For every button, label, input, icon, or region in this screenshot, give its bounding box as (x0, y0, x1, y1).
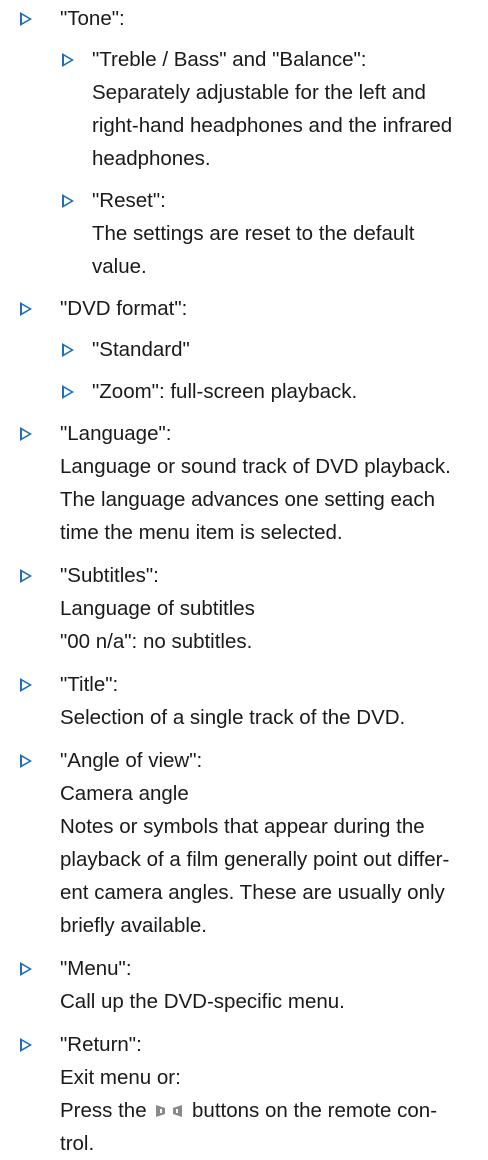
item-text: Camera angle (60, 782, 189, 805)
sub-item-text: The settings are reset to the default (92, 222, 415, 245)
item-text: Selection of a single track of the DVD. (60, 706, 406, 729)
item-text: time the menu item is selected. (60, 521, 343, 544)
bullet-triangle-icon (62, 385, 74, 399)
item-text: Language or sound track of DVD playback. (60, 455, 451, 478)
manual-page: "Tone": "Treble / Bass" and "Balance": S… (0, 0, 488, 1155)
list-item-menu: "Menu": Call up the DVD-specific menu. (0, 952, 488, 1018)
bullet-triangle-icon (20, 962, 32, 976)
bullet-triangle-icon (20, 754, 32, 768)
sub-item-text: right-hand headphones and the infrared (92, 114, 453, 137)
remote-button-right-icon (171, 1103, 184, 1119)
list-item-tone: "Tone": "Treble / Bass" and "Balance": S… (0, 2, 488, 283)
sub-item-reset: "Reset": The settings are reset to the d… (60, 184, 488, 283)
sub-item-zoom: "Zoom": full-screen playback. (60, 375, 488, 408)
item-title: "Subtitles": (60, 564, 159, 587)
sub-item-text: headphones. (92, 147, 211, 170)
sub-item-text: value. (92, 255, 147, 278)
list-item-return: "Return": Exit menu or: Press the button… (0, 1028, 488, 1160)
item-title: "Angle of view": (60, 749, 203, 772)
sub-item-title: "Zoom": full-screen playback. (92, 380, 358, 403)
bullet-triangle-icon (20, 302, 32, 316)
item-text: Language of subtitles (60, 597, 255, 620)
bullet-triangle-icon (20, 569, 32, 583)
sub-item-title: "Reset": (92, 189, 166, 212)
item-title: "Menu": (60, 957, 132, 980)
bullet-triangle-icon (62, 53, 74, 67)
item-text: playback of a film generally point out d… (60, 848, 450, 871)
list-item-angle-of-view: "Angle of view": Camera angle Notes or s… (0, 744, 488, 942)
dvd-format-sub-list: "Standard" "Zoom": full-screen playback. (60, 333, 488, 408)
item-text: The language advances one setting each (60, 488, 435, 511)
sub-item-text: Separately adjustable for the left and (92, 81, 426, 104)
bullet-triangle-icon (20, 12, 32, 26)
bullet-triangle-icon (62, 343, 74, 357)
list-item-language: "Language": Language or sound track of D… (0, 417, 488, 549)
sub-item-title: "Standard" (92, 338, 190, 361)
item-text: Exit menu or: (60, 1066, 181, 1089)
press-line: Press the buttons on the remote con- (60, 1094, 488, 1127)
press-text-before: Press the (60, 1099, 147, 1122)
sub-item-treble-bass: "Treble / Bass" and "Balance": Separatel… (60, 43, 488, 175)
item-title: "DVD format": (60, 297, 188, 320)
item-title: "Return": (60, 1033, 142, 1056)
press-text-after: buttons on the remote con- (192, 1099, 438, 1122)
bullet-triangle-icon (20, 678, 32, 692)
tone-sub-list: "Treble / Bass" and "Balance": Separatel… (60, 43, 488, 283)
settings-list: "Tone": "Treble / Bass" and "Balance": S… (0, 2, 488, 1160)
bullet-triangle-icon (20, 427, 32, 441)
item-text: Call up the DVD-specific menu. (60, 990, 345, 1013)
list-item-dvd-format: "DVD format": "Standard" "Zoom": full-sc… (0, 292, 488, 408)
item-title: "Language": (60, 422, 172, 445)
remote-button-left-icon (154, 1103, 167, 1119)
item-text: Notes or symbols that appear during the (60, 815, 425, 838)
sub-item-standard: "Standard" (60, 333, 488, 366)
item-title: "Title": (60, 673, 119, 696)
bullet-triangle-icon (62, 194, 74, 208)
list-item-subtitles: "Subtitles": Language of subtitles "00 n… (0, 559, 488, 658)
item-title: "Tone": (60, 7, 125, 30)
item-text: trol. (60, 1132, 95, 1155)
bullet-triangle-icon (20, 1038, 32, 1052)
item-text: briefly available. (60, 914, 207, 937)
item-text: ent camera angles. These are usually onl… (60, 881, 445, 904)
item-text: "00 n/a": no subtitles. (60, 630, 253, 653)
sub-item-title: "Treble / Bass" and "Balance": (92, 48, 367, 71)
list-item-title: "Title": Selection of a single track of … (0, 668, 488, 734)
